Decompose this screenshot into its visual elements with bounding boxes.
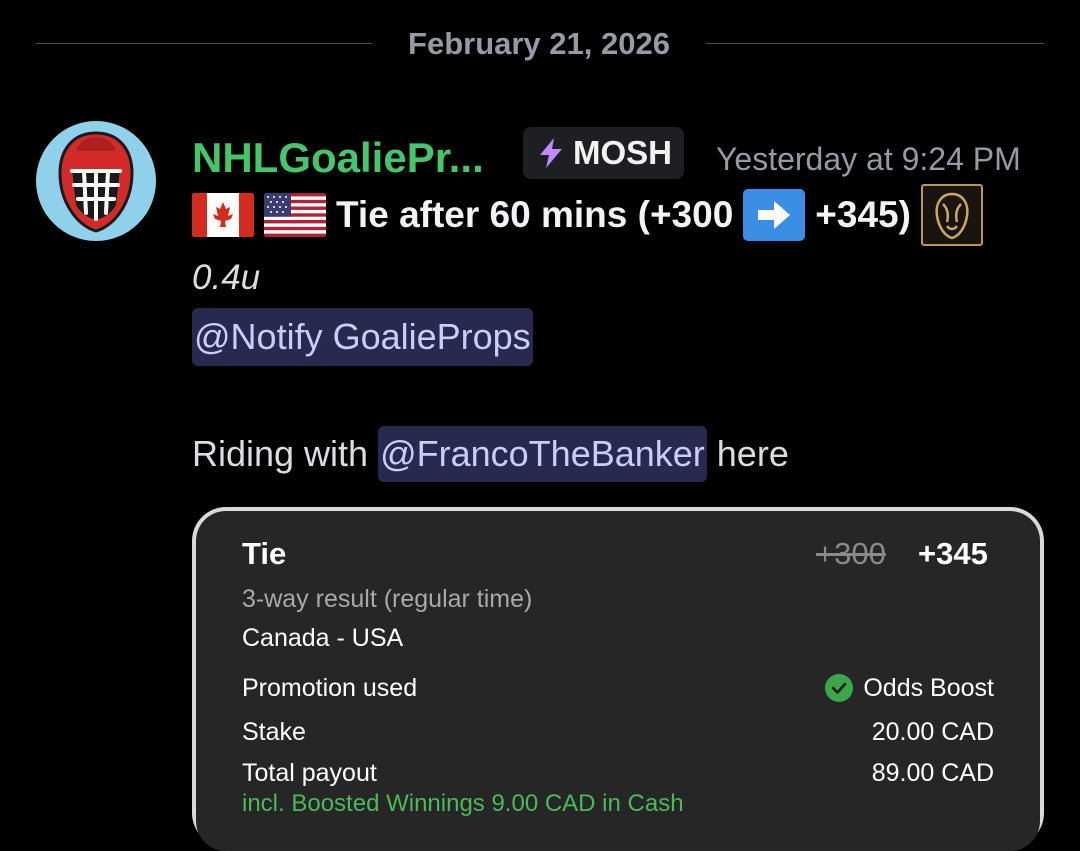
body-suffix: here	[716, 433, 789, 474]
promotion-value: Odds Boost	[863, 674, 994, 702]
tag-label: MOSH	[573, 134, 672, 171]
bet-selection: Tie	[242, 536, 287, 571]
divider-line-right	[706, 43, 1044, 44]
user-mention[interactable]: @FrancoTheBanker	[378, 426, 707, 482]
avatar[interactable]	[36, 121, 156, 241]
payout-label: Total payout	[242, 759, 377, 787]
title-text-after: +345)	[815, 194, 911, 235]
divider-line-left	[36, 43, 372, 44]
check-circle-icon	[825, 674, 854, 702]
new-odds: +345	[918, 536, 988, 571]
server-tag[interactable]: MOSH	[523, 127, 684, 179]
message-body: Riding with @FrancoTheBanker here	[192, 426, 789, 482]
bet-event: Canada - USA	[242, 624, 404, 652]
message-title: Tie after 60 mins (+300 +345)	[192, 184, 983, 246]
right-arrow-icon	[743, 189, 806, 241]
date-divider: February 21, 2026	[408, 26, 670, 61]
units: 0.4u	[192, 258, 261, 297]
stake-label: Stake	[242, 718, 306, 746]
bet-market: 3-way result (regular time)	[242, 585, 533, 613]
stake-value: 20.00 CAD	[871, 718, 994, 746]
body-prefix: Riding with	[192, 433, 369, 474]
sportsbook-lion-logo	[920, 184, 983, 246]
timestamp[interactable]: Yesterday at 9:24 PM	[716, 140, 1021, 178]
payout-value: 89.00 CAD	[871, 759, 994, 787]
boost-note: incl. Boosted Winnings 9.00 CAD in Cash	[242, 790, 684, 817]
title-text-before: Tie after 60 mins (+300	[336, 194, 734, 235]
goalie-mask-icon	[58, 131, 134, 233]
old-odds: +300	[816, 536, 886, 571]
promotion-label: Promotion used	[242, 674, 418, 702]
canada-flag-icon	[192, 193, 254, 237]
usa-flag-icon	[264, 193, 326, 237]
username[interactable]: NHLGoaliePr...	[192, 134, 484, 182]
role-mention[interactable]: @Notify GoalieProps	[192, 308, 533, 366]
promotion-value-row: Odds Boost	[825, 673, 994, 703]
lightning-icon	[540, 138, 562, 168]
